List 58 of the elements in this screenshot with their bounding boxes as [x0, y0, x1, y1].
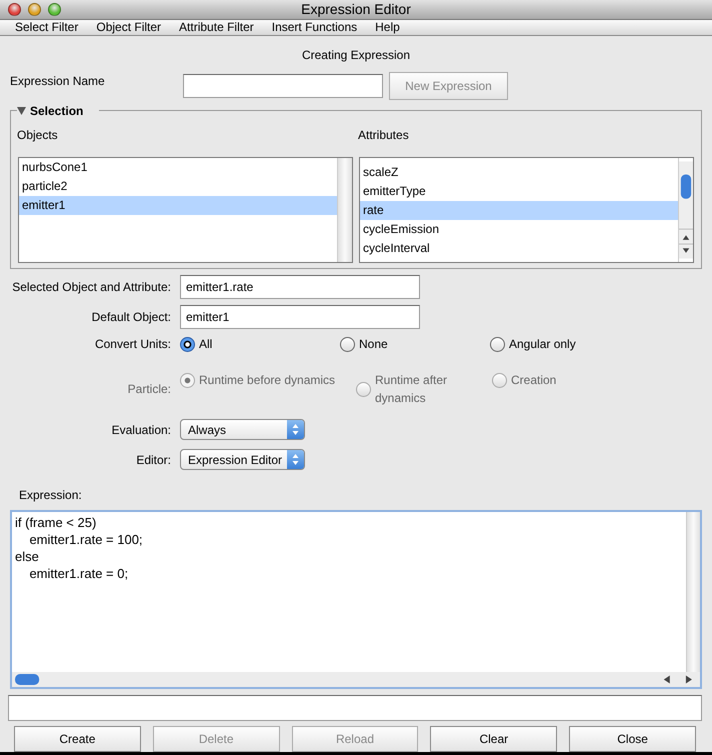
list-item[interactable]: particle2: [19, 177, 337, 196]
dropdown[interactable]: Expression Editor: [180, 449, 305, 470]
list-item[interactable]: cycleInterval: [360, 239, 678, 258]
radio-label: Angular only: [509, 336, 576, 353]
close-button[interactable]: [8, 3, 21, 16]
disclosure-triangle-icon[interactable]: [17, 107, 26, 115]
radio-button[interactable]: [180, 336, 195, 352]
minimize-button[interactable]: [28, 3, 41, 16]
code-line: emitter1.rate = 0;: [28, 565, 130, 582]
code-line: emitter1.rate = 100;: [28, 531, 144, 548]
list-item[interactable]: emitterType: [360, 182, 678, 201]
scrollbar[interactable]: [337, 158, 352, 262]
radio-button[interactable]: [490, 336, 505, 352]
field-label: Expression Name: [10, 74, 105, 88]
radio-label: Runtime before dynamics: [199, 372, 336, 389]
list-item[interactable]: nurbsCone1: [19, 158, 337, 177]
radio-label: Creation: [511, 372, 556, 389]
list-item[interactable]: rate: [360, 201, 678, 220]
list-item[interactable]: emitter1: [19, 196, 337, 215]
group-title: Selection: [30, 103, 84, 120]
list-item[interactable]: scaleZ: [360, 163, 678, 182]
text-field[interactable]: emitter1.rate: [180, 275, 420, 299]
radio-button[interactable]: [340, 336, 355, 352]
menu-item[interactable]: Insert Functions: [262, 20, 366, 35]
field-label: Default Object:: [92, 310, 171, 324]
dropdown[interactable]: Always: [180, 419, 305, 440]
menu-item[interactable]: Attribute Filter: [170, 20, 263, 35]
dialog-button[interactable]: Create: [14, 726, 141, 752]
field-label: Particle:: [128, 382, 171, 396]
stepper-arrows-icon: [287, 420, 304, 439]
scrollbar[interactable]: [12, 672, 700, 687]
field-label: Editor:: [136, 452, 171, 466]
field-label: Evaluation:: [112, 422, 171, 436]
expression-editor[interactable]: if (frame < 25) emitter1.rate = 100; else emitter1.rate = 0;: [10, 510, 702, 689]
scrollbar[interactable]: [678, 158, 693, 262]
radio-label: Runtime after dynamics: [375, 372, 448, 407]
list-label: Attributes: [358, 128, 409, 142]
heading: Creating Expression: [302, 48, 410, 62]
menu-item[interactable]: Object Filter: [87, 20, 170, 35]
list-item[interactable]: cycleEmission: [360, 220, 678, 239]
window-title: Expression Editor: [301, 1, 411, 17]
menu-item[interactable]: Help: [366, 20, 409, 35]
radio-label: None: [359, 336, 388, 353]
dialog-button[interactable]: Clear: [430, 726, 558, 752]
scrollbar[interactable]: [686, 512, 700, 672]
list-label: Objects: [17, 128, 58, 142]
stepper-arrows-icon: [287, 450, 304, 469]
dialog-button[interactable]: Close: [569, 726, 696, 752]
menu-item[interactable]: Select Filter: [6, 20, 88, 35]
expression-name-field[interactable]: [183, 74, 383, 98]
field-label: Expression:: [19, 488, 82, 502]
field-label: Convert Units:: [94, 337, 171, 351]
code-line: else: [15, 548, 40, 565]
field-label: Selected Object and Attribute:: [12, 280, 171, 294]
zoom-button[interactable]: [48, 3, 61, 16]
radio-label: All: [199, 336, 212, 353]
code-line: if (frame < 25): [15, 514, 98, 531]
text-field[interactable]: emitter1: [180, 305, 420, 329]
